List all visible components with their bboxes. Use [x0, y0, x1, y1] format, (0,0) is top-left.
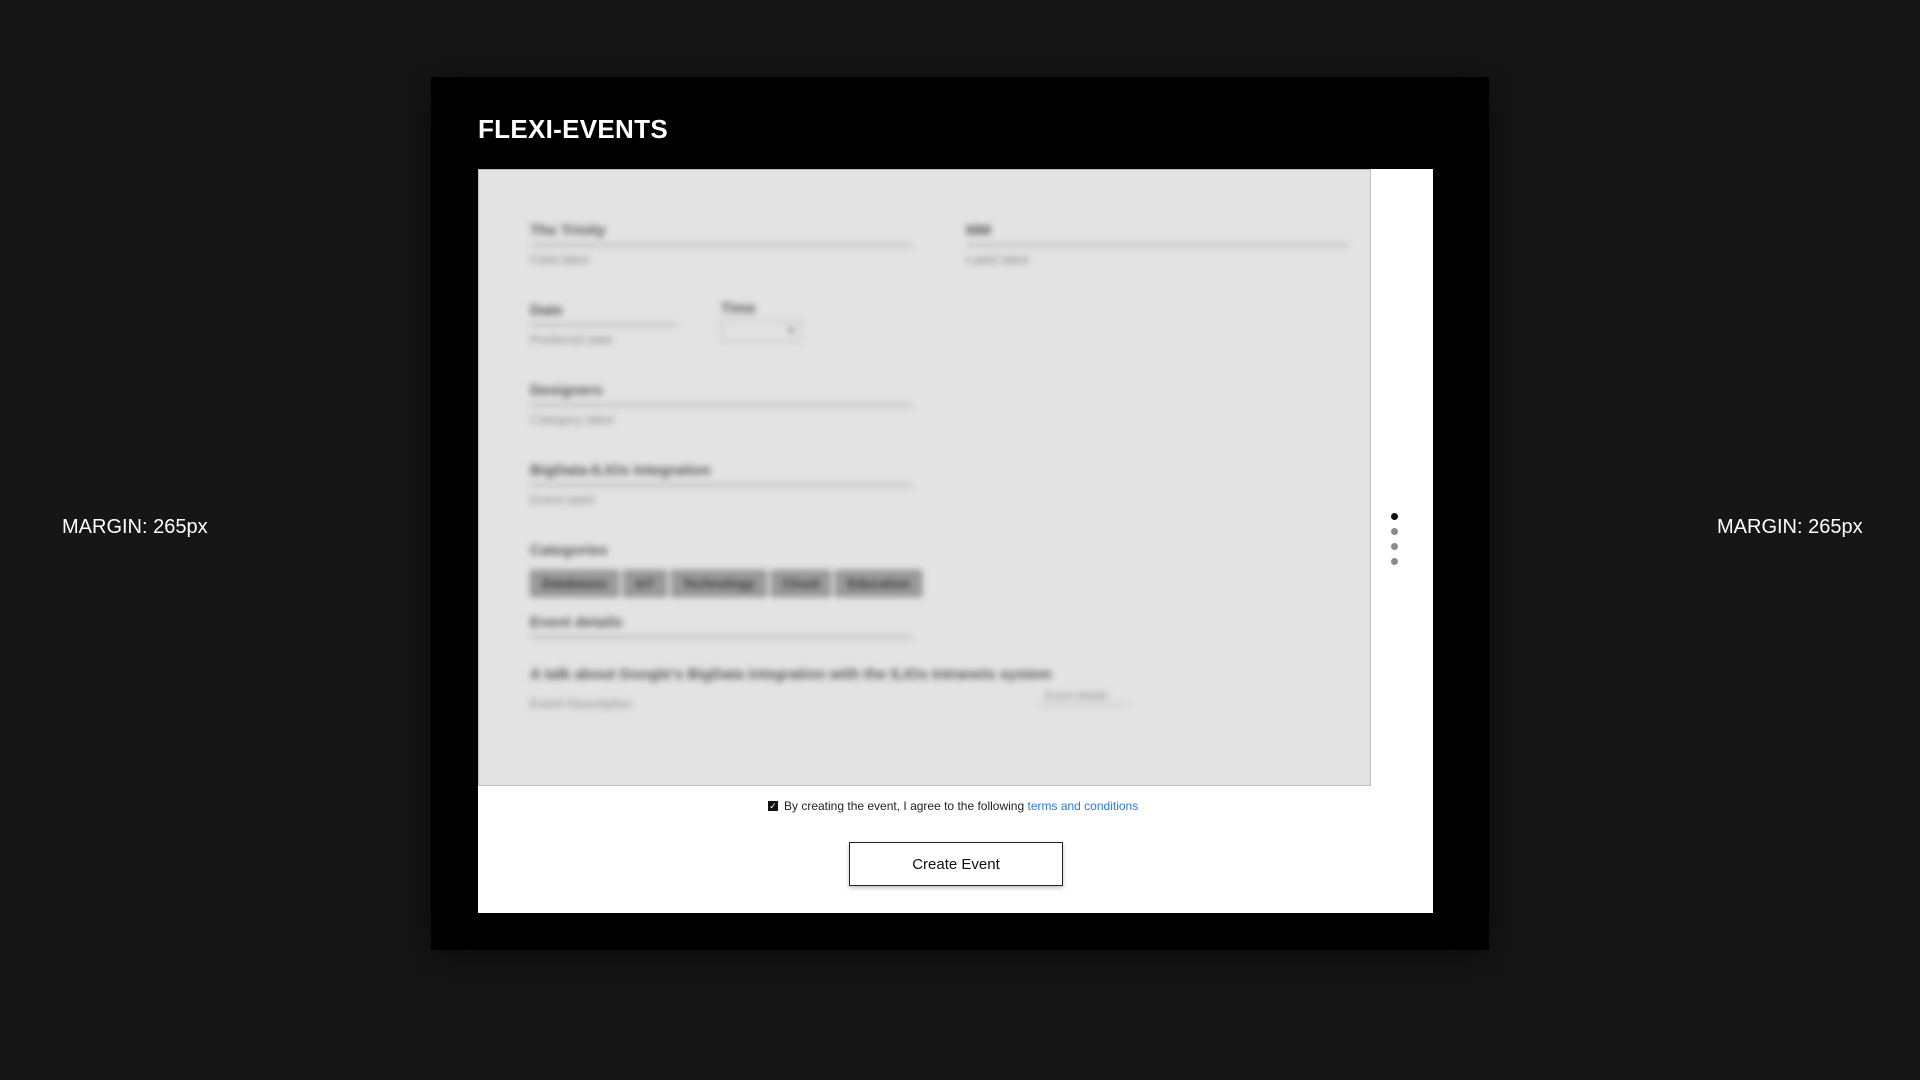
pager-dot[interactable] — [1391, 543, 1398, 550]
description-field-count-underline — [1040, 704, 1128, 705]
title-field-label: The Trinity — [530, 222, 606, 239]
venue-field-label: MM — [966, 222, 991, 239]
check-icon: ✓ — [769, 801, 777, 811]
create-event-button[interactable]: Create Event — [849, 842, 1063, 886]
pager-dot-active[interactable] — [1391, 513, 1398, 520]
terms-row: ✓ By creating the event, I agree to the … — [768, 799, 1138, 813]
category-chip[interactable]: Cloud — [770, 570, 832, 597]
pager-dot[interactable] — [1391, 528, 1398, 535]
integration-field-hint: Event label — [530, 492, 595, 507]
category-chip[interactable]: IoT — [623, 570, 667, 597]
description-field-count: Event details — [1045, 690, 1108, 702]
margin-left-label: MARGIN: 265px — [62, 516, 208, 538]
title-field-underline — [530, 244, 912, 246]
time-select[interactable]: ▾ — [721, 320, 801, 342]
pager-dot[interactable] — [1391, 558, 1398, 565]
form-panel: The Trinity Field label MM Label label D… — [478, 169, 1371, 786]
event-details-field-underline — [530, 636, 912, 638]
designer-field-label: Designers — [530, 382, 603, 399]
date-field-label: Date — [530, 302, 563, 319]
event-details-field-label: Event details — [530, 614, 623, 631]
time-field-label: Time — [721, 300, 756, 317]
designer-field-underline — [530, 404, 912, 406]
category-chip[interactable]: Technology — [670, 570, 767, 597]
date-field-underline — [530, 324, 678, 326]
margin-right-label: MARGIN: 265px — [1717, 516, 1863, 538]
description-field-label: A talk about Google's BigData integratio… — [530, 666, 1052, 683]
app-frame: FLEXI-EVENTS The Trinity Field label MM … — [431, 77, 1489, 950]
venue-field-underline — [966, 244, 1348, 246]
terms-text-label: By creating the event, I agree to the fo… — [784, 799, 1028, 813]
date-field-hint: Preferred date — [530, 332, 614, 347]
integration-field-label: BigData-ILIOs Integration — [530, 462, 711, 479]
category-chip[interactable]: Education — [835, 570, 923, 597]
terms-checkbox[interactable]: ✓ — [768, 801, 778, 811]
step-pager — [1391, 513, 1398, 565]
event-form-card: The Trinity Field label MM Label label D… — [478, 169, 1433, 913]
integration-field-underline — [530, 484, 912, 486]
category-chips: Databases IoT Technology Cloud Education — [530, 570, 923, 597]
description-field-hint: Event Description — [530, 696, 632, 711]
venue-field-hint: Label label — [966, 252, 1029, 267]
category-chip[interactable]: Databases — [530, 570, 620, 597]
form-blurred-content: The Trinity Field label MM Label label D… — [479, 170, 1370, 785]
app-title: FLEXI-EVENTS — [478, 114, 668, 144]
categories-field-label: Categories — [530, 542, 608, 559]
terms-link[interactable]: terms and conditions — [1027, 799, 1138, 813]
terms-text: By creating the event, I agree to the fo… — [784, 799, 1138, 813]
title-field-hint: Field label — [530, 252, 590, 267]
chevron-down-icon: ▾ — [787, 323, 794, 337]
designer-field-hint: Category label — [530, 412, 614, 427]
